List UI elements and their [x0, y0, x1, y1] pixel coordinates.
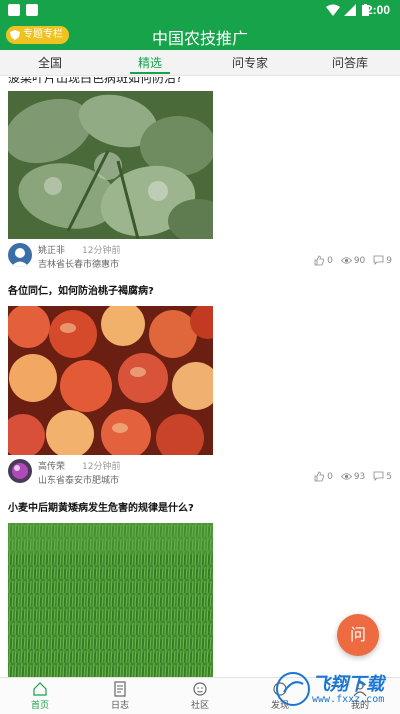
status-bar: 2:00	[0, 0, 400, 22]
post-stats: 0 90 9	[314, 255, 392, 266]
nav-community[interactable]: 社区	[160, 678, 240, 714]
eye-icon	[340, 257, 352, 264]
like-stat[interactable]: 0	[314, 255, 333, 266]
avatar[interactable]	[8, 459, 32, 483]
thumbs-up-icon	[314, 471, 324, 482]
log-icon	[114, 681, 126, 697]
comment-stat[interactable]: 9	[373, 255, 392, 266]
post-title[interactable]: 小麦中后期黄矮病发生危害的规律是什么?	[0, 501, 400, 517]
view-stat: 90	[340, 255, 366, 266]
post-meta: 姚正非 12分钟前 吉林省长春市德惠市 0 90 9	[8, 243, 392, 273]
peach-fruit-image	[8, 306, 213, 455]
post-card[interactable]: 各位同仁，如何防治桃子褐腐病? 高传荣 12分钟前 山东省泰安市肥城市 0 93…	[0, 284, 400, 486]
nav-log[interactable]: 日志	[80, 678, 160, 714]
watermark-url: www.fxxz.com	[312, 694, 385, 705]
tab-national[interactable]: 全国	[0, 50, 100, 75]
view-stat: 93	[340, 471, 366, 482]
nav-home-label: 首页	[30, 701, 49, 711]
like-count: 0	[327, 255, 333, 266]
tab-ask-expert[interactable]: 问专家	[200, 50, 300, 75]
comment-count: 5	[386, 471, 392, 482]
like-count: 0	[327, 471, 333, 482]
post-title[interactable]: 各位同仁，如何防治桃子褐腐病?	[0, 284, 400, 300]
watermark-logo-icon	[276, 672, 310, 706]
community-icon	[193, 682, 207, 696]
nav-home[interactable]: 首页	[0, 678, 80, 714]
comment-icon	[373, 255, 384, 265]
spinach-leaf-image	[8, 91, 213, 239]
signal-icon	[344, 4, 356, 16]
post-location: 吉林省长春市德惠市	[38, 260, 120, 270]
post-image[interactable]	[8, 306, 213, 455]
post-card[interactable]: 小麦中后期黄矮病发生危害的规律是什么?	[0, 501, 400, 677]
post-time: 12分钟前	[82, 246, 121, 256]
watermark: 飞翔下载 www.fxxz.com	[272, 664, 400, 714]
like-stat[interactable]: 0	[314, 471, 333, 482]
feed[interactable]: 菠菜叶片出现白色病斑如何防治? 姚正非 12分钟前 吉林省长春市德惠市 0 90…	[0, 77, 400, 677]
clock: 2:00	[365, 3, 390, 17]
post-title[interactable]: 菠菜叶片出现白色病斑如何防治?	[8, 77, 182, 86]
author-name[interactable]: 高传荣	[38, 459, 65, 472]
view-count: 90	[353, 255, 366, 266]
post-image[interactable]	[8, 91, 213, 239]
comment-count: 9	[386, 255, 392, 266]
nav-community-label: 社区	[190, 701, 209, 711]
author-name[interactable]: 姚正非	[38, 243, 65, 256]
wheat-field-image	[8, 523, 213, 677]
post-stats: 0 93 5	[314, 471, 392, 482]
view-count: 93	[353, 471, 366, 482]
tab-featured[interactable]: 精选	[100, 50, 200, 75]
comment-icon	[373, 471, 384, 481]
notification-icon-2	[26, 4, 38, 16]
post-image[interactable]	[8, 523, 213, 677]
notification-icon	[8, 4, 20, 16]
post-location: 山东省泰安市肥城市	[38, 476, 120, 486]
thumbs-up-icon	[314, 255, 324, 266]
comment-stat[interactable]: 5	[373, 471, 392, 482]
nav-log-label: 日志	[110, 701, 129, 711]
avatar[interactable]	[8, 243, 32, 267]
watermark-text: 飞翔下载	[312, 674, 384, 695]
tab-qa-library[interactable]: 问答库	[300, 50, 400, 75]
post-time: 12分钟前	[82, 462, 121, 472]
page-title: 中国农技推广	[151, 29, 248, 48]
app-header: 专题专栏 中国农技推广	[0, 22, 400, 50]
home-icon	[33, 682, 47, 696]
post-meta: 高传荣 12分钟前 山东省泰安市肥城市 0 93 5	[8, 459, 392, 489]
tab-bar: 全国 精选 问专家 问答库	[0, 50, 400, 76]
ask-question-button[interactable]: 问	[337, 614, 379, 656]
wifi-icon	[326, 4, 340, 16]
eye-icon	[340, 473, 352, 480]
